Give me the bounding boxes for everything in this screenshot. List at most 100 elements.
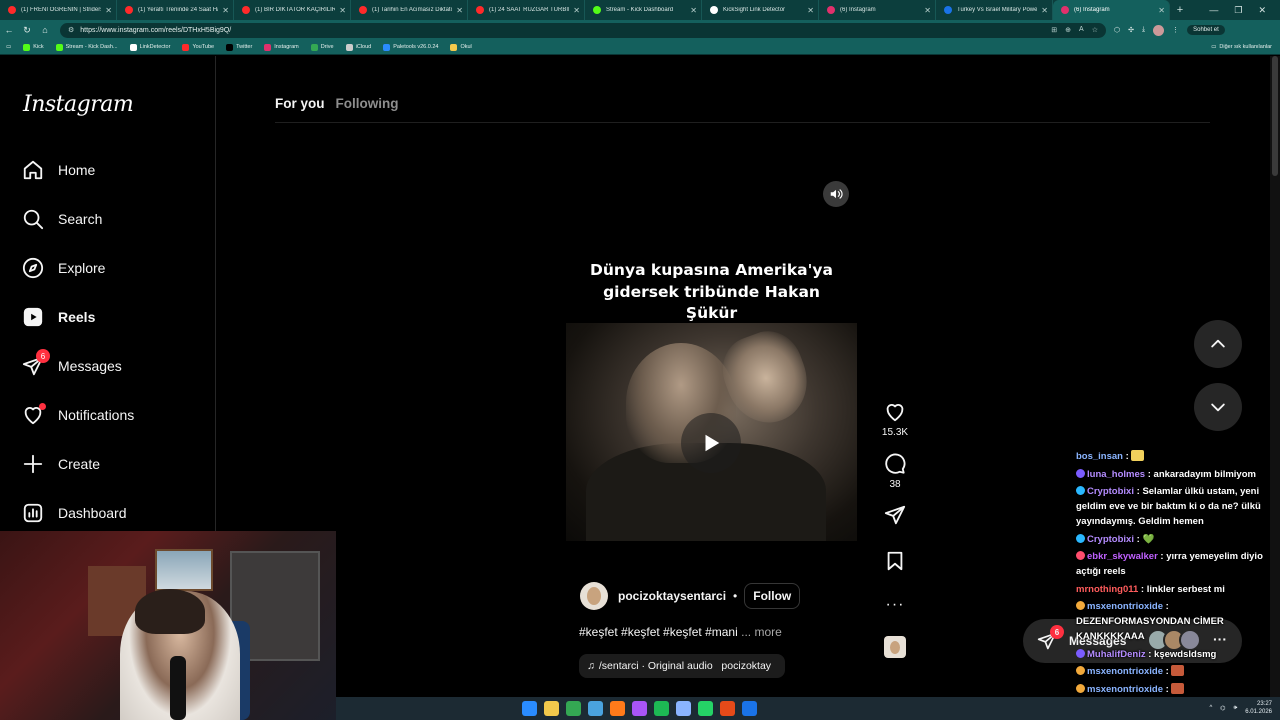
profile-avatar[interactable] <box>1153 24 1165 36</box>
taskbar-app-icon[interactable] <box>566 701 581 716</box>
puzzle-icon[interactable]: ✣ <box>1128 26 1134 34</box>
audio-thumbnail[interactable] <box>884 636 906 658</box>
close-tab-icon[interactable]: ✕ <box>1041 6 1048 15</box>
bookmark-item[interactable]: Drive <box>310 43 334 51</box>
bookmark-star-icon[interactable]: ☆ <box>1092 26 1098 34</box>
bookmark-favicon-icon <box>264 43 272 51</box>
browser-tab[interactable]: (6) Instagram ✕ <box>819 0 936 20</box>
tab-for-you[interactable]: For you <box>275 96 325 111</box>
browser-tab[interactable]: (1) 24 SAAT RÜZGAR TÜRBİNİNDE ✕ <box>468 0 585 20</box>
bookmark-item[interactable]: LinkDetector <box>129 43 170 51</box>
browser-tab[interactable]: Stream - Kick Dashboard ✕ <box>585 0 702 20</box>
close-tab-icon[interactable]: ✕ <box>222 6 229 15</box>
taskbar-app-icon[interactable] <box>632 701 647 716</box>
bookmark-label: Twitter <box>236 44 253 50</box>
close-tab-icon[interactable]: ✕ <box>339 6 346 15</box>
bookmark-item[interactable]: Okul <box>450 43 472 51</box>
close-tab-icon[interactable]: ✕ <box>1158 6 1165 15</box>
network-icon[interactable]: ⌬ <box>1220 705 1225 712</box>
bookmark-item[interactable]: Kick <box>23 43 44 51</box>
chat-button[interactable]: Sohbet et <box>1187 25 1225 35</box>
browser-tab[interactable]: Turkey Vs Israel Military Power 20✕ <box>936 0 1053 20</box>
sidebar-item-create[interactable]: Create <box>22 449 202 479</box>
browser-tab[interactable]: KickSight Link Detector ✕ <box>702 0 819 20</box>
download-icon[interactable]: ⤓ <box>1142 26 1145 34</box>
minimize-icon[interactable]: — <box>1209 5 1218 15</box>
taskbar-app-icon[interactable] <box>720 701 735 716</box>
install-icon[interactable]: ⊞ <box>1051 26 1057 34</box>
taskbar-clock[interactable]: 23:27 6.01.2026 <box>1245 700 1272 716</box>
close-tab-icon[interactable]: ✕ <box>690 6 697 15</box>
sidebar-item-dashboard[interactable]: Dashboard <box>22 498 202 528</box>
browser-tab[interactable]: (1) Tarihin En Acımasız Diktatör C ✕ <box>351 0 468 20</box>
more-link[interactable]: ... more <box>741 625 782 639</box>
play-button[interactable] <box>681 413 741 473</box>
bookmark-item[interactable]: Twitter <box>226 43 253 51</box>
sidebar-item-explore[interactable]: Explore <box>22 253 202 283</box>
more-options-icon[interactable]: ··· <box>886 596 905 614</box>
save-button[interactable] <box>884 550 906 572</box>
taskbar-app-icon[interactable] <box>610 701 625 716</box>
page-scrollbar[interactable] <box>1270 56 1280 720</box>
tray-arrow-icon[interactable]: ^ <box>1209 705 1212 711</box>
author-username[interactable]: pocizoktaysentarci <box>618 589 726 603</box>
previous-reel-button[interactable] <box>1194 320 1242 368</box>
comment-button[interactable]: 38 <box>884 453 906 490</box>
taskbar-app-icon[interactable] <box>588 701 603 716</box>
reel-player[interactable]: Dünya kupasına Amerika'ya gidersek tribü… <box>566 173 857 692</box>
other-bookmarks[interactable]: ▭ Diğer sık kullanılanlar <box>1211 44 1272 50</box>
taskbar-app-icon[interactable] <box>522 701 537 716</box>
volume-icon[interactable]: 🕪 <box>1234 705 1238 712</box>
bookmark-item[interactable]: iCloud <box>345 43 371 51</box>
taskbar-app-icon[interactable] <box>698 701 713 716</box>
sound-toggle-button[interactable] <box>823 181 849 207</box>
bookmark-item[interactable]: Stream - Kick Dash... <box>55 43 118 51</box>
reel-video-frame[interactable] <box>566 323 857 541</box>
scrollbar-thumb[interactable] <box>1272 56 1278 176</box>
taskbar-app-icon[interactable] <box>544 701 559 716</box>
share-button[interactable] <box>884 504 906 526</box>
sidebar-item-notifications[interactable]: Notifications <box>22 400 202 430</box>
close-tab-icon[interactable]: ✕ <box>924 6 931 15</box>
menu-dots-icon[interactable]: ⋮ <box>1172 26 1179 34</box>
like-button[interactable]: 15.3K <box>882 401 908 438</box>
bookmark-item[interactable]: YouTube <box>182 43 214 51</box>
reel-audio-link[interactable]: ♫ /sentarci · Original audio pocizoktay <box>579 654 785 678</box>
browser-tab[interactable]: (6) Instagram ✕ <box>1053 0 1170 20</box>
taskbar-app-icon[interactable] <box>742 701 757 716</box>
reel-hashtags[interactable]: #keşfet #keşfet #keşfet #mani ... more <box>579 625 782 639</box>
next-reel-button[interactable] <box>1194 383 1242 431</box>
sidebar-item-search[interactable]: Search <box>22 204 202 234</box>
zoom-icon[interactable]: ⊕ <box>1065 26 1071 34</box>
tab-following[interactable]: Following <box>336 96 399 111</box>
browser-tab[interactable]: (1) Yeraltı Treninde 24 Saat Hayatt ✕ <box>117 0 234 20</box>
bookmark-item[interactable]: Instagram <box>264 43 299 51</box>
reload-icon[interactable]: ↻ <box>18 25 36 36</box>
sidebar-item-reels[interactable]: Reels <box>22 302 202 332</box>
site-info-icon[interactable]: ⚙ <box>68 26 74 34</box>
close-tab-icon[interactable]: ✕ <box>807 6 814 15</box>
browser-tab[interactable]: (1) BİR DİKTATÖR KAÇIRILIRSA NE ✕ <box>234 0 351 20</box>
bookmark-item[interactable]: Paletools v26.0.24 <box>383 43 438 51</box>
instagram-logo[interactable]: Instagram <box>23 92 134 117</box>
taskbar-app-icon[interactable] <box>654 701 669 716</box>
extensions-icon[interactable]: ⬡ <box>1114 26 1120 34</box>
taskbar-app-icon[interactable] <box>676 701 691 716</box>
url-input[interactable]: ⚙ https://www.instagram.com/reels/DTHxH5… <box>60 22 1106 38</box>
back-icon[interactable]: ← <box>0 25 18 35</box>
apps-icon[interactable]: ▭ <box>6 44 11 50</box>
close-tab-icon[interactable]: ✕ <box>456 6 463 15</box>
tab-favicon-icon <box>593 6 601 14</box>
sidebar-item-home[interactable]: Home <box>22 155 202 185</box>
follow-button[interactable]: Follow <box>744 583 801 609</box>
close-tab-icon[interactable]: ✕ <box>105 6 112 15</box>
maximize-icon[interactable]: ❐ <box>1234 5 1242 16</box>
new-tab-button[interactable]: + <box>1170 0 1190 20</box>
author-avatar[interactable] <box>580 582 608 610</box>
sidebar-item-messages[interactable]: 6 Messages <box>22 349 202 381</box>
browser-tab[interactable]: (1) FRENİ ÖĞRENİN | Striders | M✕ <box>0 0 117 20</box>
translate-icon[interactable]: A <box>1079 26 1084 34</box>
close-tab-icon[interactable]: ✕ <box>573 6 580 15</box>
home-browser-icon[interactable]: ⌂ <box>36 25 54 35</box>
close-window-icon[interactable]: ✕ <box>1258 5 1266 16</box>
